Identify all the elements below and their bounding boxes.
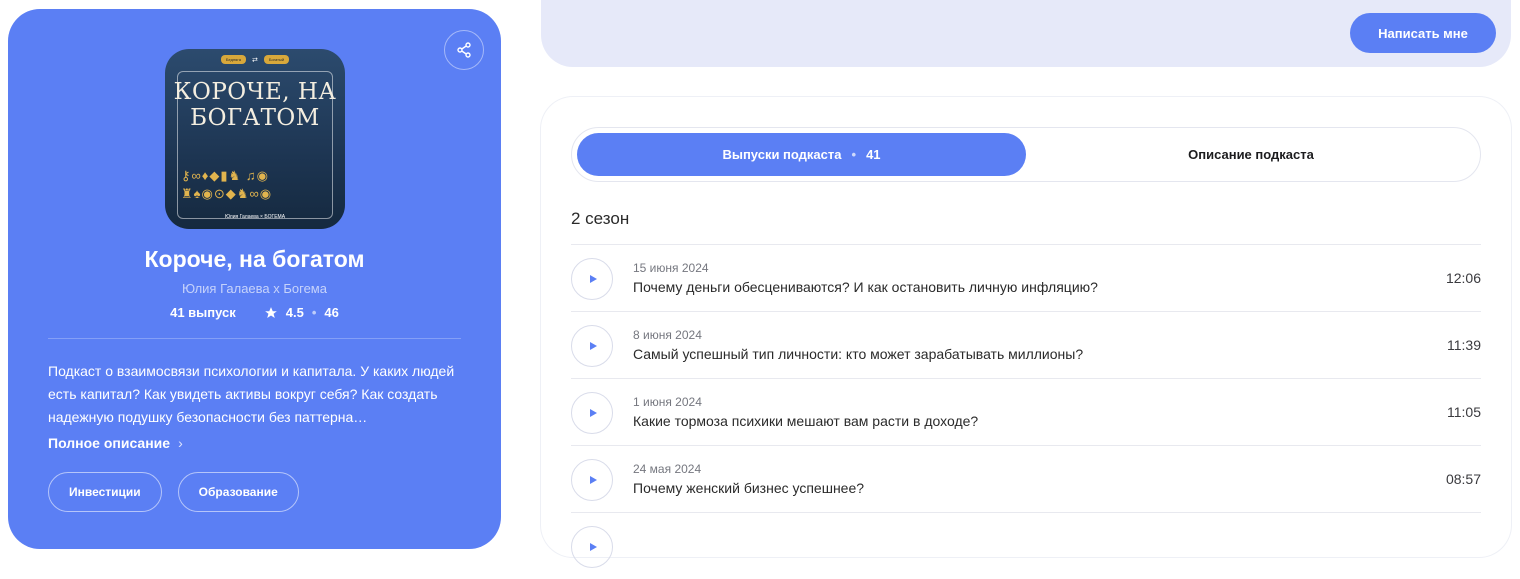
episode-row[interactable]: 24 мая 2024 Почему женский бизнес успешн… — [571, 445, 1481, 512]
play-icon — [589, 275, 597, 283]
divider — [48, 338, 461, 339]
podcast-cover: Бедняга ⇄ Богатый КОРОЧЕ, НА БОГАТОМ ⚷∞♦… — [165, 49, 345, 229]
cover-pill-right: Богатый — [263, 55, 290, 64]
episode-title[interactable]: Почему женский бизнес успешнее? — [633, 480, 864, 496]
cover-title-line2: БОГАТОМ — [190, 105, 320, 131]
separator-dot: • — [311, 305, 317, 320]
episode-title[interactable]: Какие тормоза психики мешают вам расти в… — [633, 413, 978, 429]
cover-title: КОРОЧЕ, НА БОГАТОМ — [165, 79, 345, 131]
podcast-author[interactable]: Юлия Галаева х Богема — [8, 281, 501, 296]
cover-pill-left: Бедняга — [220, 55, 246, 64]
star-icon — [264, 306, 277, 318]
episode-title[interactable]: Почему деньги обесцениваются? И как оста… — [633, 279, 1098, 295]
tab-description[interactable]: Описание подкаста — [1028, 133, 1474, 176]
episode-row[interactable]: 8 июня 2024 Самый успешный тип личности:… — [571, 311, 1481, 378]
cover-illustration-icons: ⚷∞♦◆▮♞ ♫◉ ♜♠◉⊙◆♞∞◉ — [181, 168, 273, 201]
tag-investments[interactable]: Инвестиции — [48, 472, 162, 512]
chevron-right-icon: › — [178, 435, 183, 451]
podcast-title: Короче, на богатом — [144, 246, 365, 272]
play-button[interactable] — [571, 459, 613, 501]
play-button[interactable] — [571, 325, 613, 367]
episode-duration: 11:39 — [1447, 337, 1481, 353]
podcast-description: Подкаст о взаимосвязи психологии и капит… — [48, 363, 455, 425]
cover-footer: Юлия Галаева × БОГЕМА — [224, 214, 286, 220]
share-button[interactable] — [444, 30, 484, 70]
tag-education[interactable]: Образование — [177, 472, 299, 512]
episode-duration: 12:06 — [1445, 270, 1481, 286]
episodes-count: 41 выпуск — [170, 305, 236, 320]
episode-date: 15 июня 2024 — [633, 261, 709, 275]
cover-title-line1: КОРОЧЕ, НА — [173, 79, 337, 105]
write-me-button[interactable]: Написать мне — [1350, 13, 1496, 53]
play-icon — [589, 342, 597, 350]
play-button[interactable] — [571, 526, 613, 568]
podcast-stats: 41 выпуск 4.5 • 46 — [8, 305, 501, 320]
episode-duration: 11:05 — [1447, 404, 1481, 420]
tab-episodes-count: 41 — [866, 147, 881, 162]
tags: Инвестиции Образование — [48, 472, 299, 512]
episode-duration: 08:57 — [1445, 471, 1481, 487]
season-title: 2 сезон — [571, 209, 630, 228]
tab-episodes[interactable]: Выпуски подкаста • 41 — [577, 133, 1026, 176]
tabs: Выпуски подкаста • 41 Описание подкаста — [571, 127, 1481, 182]
share-icon — [457, 42, 471, 58]
episode-list: 15 июня 2024 Почему деньги обесцениваютс… — [571, 244, 1481, 579]
episode-date: 24 мая 2024 — [633, 462, 702, 476]
ratings-count: 46 — [324, 305, 339, 320]
tab-episodes-label: Выпуски подкаста — [722, 147, 842, 162]
play-icon — [589, 409, 597, 417]
play-button[interactable] — [571, 392, 613, 434]
play-icon — [589, 476, 597, 484]
full-description-label: Полное описание — [48, 435, 171, 451]
episode-date: 8 июня 2024 — [633, 328, 702, 342]
swap-icon: ⇄ — [251, 56, 258, 64]
episode-row[interactable] — [571, 512, 1481, 579]
cover-pills: Бедняга ⇄ Богатый — [165, 55, 345, 64]
full-description-link[interactable]: Полное описание › — [48, 435, 183, 451]
episode-row[interactable]: 15 июня 2024 Почему деньги обесцениваютс… — [571, 244, 1481, 311]
episode-title[interactable]: Самый успешный тип личности: кто может з… — [633, 346, 1083, 362]
rating-value: 4.5 — [285, 305, 304, 320]
podcast-card: Бедняга ⇄ Богатый КОРОЧЕ, НА БОГАТОМ ⚷∞♦… — [8, 9, 501, 549]
episode-date: 1 июня 2024 — [633, 395, 702, 409]
play-icon — [589, 543, 597, 551]
separator-dot: • — [851, 147, 857, 162]
play-button[interactable] — [571, 258, 613, 300]
episode-row[interactable]: 1 июня 2024 Какие тормоза психики мешают… — [571, 378, 1481, 445]
